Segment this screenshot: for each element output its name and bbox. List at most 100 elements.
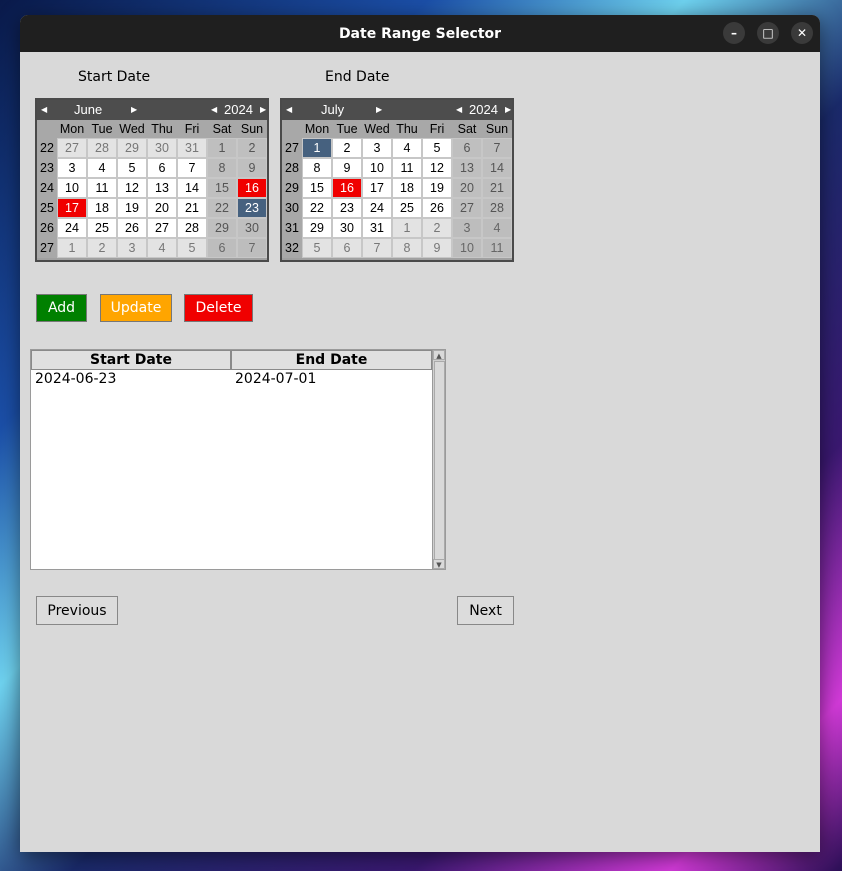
delete-button[interactable]: Delete xyxy=(184,294,253,322)
calendar-day[interactable]: 27 xyxy=(147,218,177,238)
close-button[interactable]: ✕ xyxy=(791,22,813,44)
calendar-day[interactable]: 7 xyxy=(237,238,267,258)
prev-year-icon[interactable]: ◀ xyxy=(456,105,462,114)
calendar-day[interactable]: 3 xyxy=(452,218,482,238)
previous-button[interactable]: Previous xyxy=(36,596,118,625)
calendar-day[interactable]: 10 xyxy=(362,158,392,178)
calendar-day[interactable]: 23 xyxy=(332,198,362,218)
scroll-down-icon[interactable]: ▼ xyxy=(433,559,445,569)
calendar-day[interactable]: 4 xyxy=(392,138,422,158)
calendar-day[interactable]: 1 xyxy=(392,218,422,238)
calendar-day[interactable]: 3 xyxy=(57,158,87,178)
calendar-day[interactable]: 16 xyxy=(332,178,362,198)
calendar-day[interactable]: 26 xyxy=(117,218,147,238)
next-month-icon[interactable]: ▶ xyxy=(376,105,382,114)
calendar-day[interactable]: 19 xyxy=(117,198,147,218)
calendar-day[interactable]: 31 xyxy=(177,138,207,158)
add-button[interactable]: Add xyxy=(36,294,87,322)
calendar-day[interactable]: 8 xyxy=(392,238,422,258)
maximize-button[interactable]: □ xyxy=(757,22,779,44)
calendar-day[interactable]: 7 xyxy=(177,158,207,178)
calendar-day[interactable]: 6 xyxy=(207,238,237,258)
calendar-day[interactable]: 2 xyxy=(87,238,117,258)
calendar-day[interactable]: 3 xyxy=(117,238,147,258)
calendar-day[interactable]: 9 xyxy=(422,238,452,258)
prev-month-icon[interactable]: ◀ xyxy=(286,105,292,114)
calendar-day[interactable]: 31 xyxy=(362,218,392,238)
calendar-day[interactable]: 26 xyxy=(422,198,452,218)
date-range-table[interactable]: Start Date End Date 2024-06-23 2024-07-0… xyxy=(30,349,446,570)
calendar-day[interactable]: 13 xyxy=(452,158,482,178)
next-month-icon[interactable]: ▶ xyxy=(131,105,137,114)
column-header-end-date[interactable]: End Date xyxy=(231,350,432,370)
calendar-day[interactable]: 6 xyxy=(147,158,177,178)
calendar-day[interactable]: 5 xyxy=(422,138,452,158)
calendar-day[interactable]: 7 xyxy=(362,238,392,258)
calendar-day[interactable]: 27 xyxy=(57,138,87,158)
calendar-day[interactable]: 12 xyxy=(117,178,147,198)
calendar-day[interactable]: 14 xyxy=(177,178,207,198)
calendar-day[interactable]: 8 xyxy=(302,158,332,178)
calendar-day[interactable]: 24 xyxy=(57,218,87,238)
calendar-day[interactable]: 1 xyxy=(57,238,87,258)
calendar-day[interactable]: 1 xyxy=(207,138,237,158)
calendar-day[interactable]: 18 xyxy=(392,178,422,198)
calendar-day[interactable]: 13 xyxy=(147,178,177,198)
calendar-day[interactable]: 9 xyxy=(237,158,267,178)
scrollbar-thumb[interactable] xyxy=(434,361,445,560)
calendar-day[interactable]: 25 xyxy=(392,198,422,218)
calendar-day[interactable]: 9 xyxy=(332,158,362,178)
calendar-day[interactable]: 5 xyxy=(117,158,147,178)
calendar-day[interactable]: 4 xyxy=(482,218,512,238)
calendar-day[interactable]: 2 xyxy=(422,218,452,238)
calendar-day[interactable]: 17 xyxy=(362,178,392,198)
next-button[interactable]: Next xyxy=(457,596,514,625)
calendar-day[interactable]: 28 xyxy=(87,138,117,158)
calendar-day[interactable]: 7 xyxy=(482,138,512,158)
calendar-day[interactable]: 16 xyxy=(237,178,267,198)
prev-month-icon[interactable]: ◀ xyxy=(41,105,47,114)
calendar-day[interactable]: 4 xyxy=(87,158,117,178)
calendar-day[interactable]: 21 xyxy=(177,198,207,218)
update-button[interactable]: Update xyxy=(100,294,172,322)
calendar-day[interactable]: 5 xyxy=(302,238,332,258)
selected-day[interactable]: 23 xyxy=(237,198,267,218)
minimize-button[interactable]: – xyxy=(723,22,745,44)
calendar-day[interactable]: 28 xyxy=(177,218,207,238)
vertical-scrollbar[interactable]: ▲ ▼ xyxy=(432,350,445,569)
calendar-day[interactable]: 10 xyxy=(452,238,482,258)
calendar-day[interactable]: 17 xyxy=(57,198,87,218)
scroll-up-icon[interactable]: ▲ xyxy=(433,350,445,360)
calendar-day[interactable]: 30 xyxy=(332,218,362,238)
calendar-day[interactable]: 10 xyxy=(57,178,87,198)
calendar-day[interactable]: 6 xyxy=(452,138,482,158)
calendar-day[interactable]: 28 xyxy=(482,198,512,218)
calendar-day[interactable]: 11 xyxy=(482,238,512,258)
table-row[interactable]: 2024-06-23 2024-07-01 xyxy=(31,370,445,388)
calendar-day[interactable]: 6 xyxy=(332,238,362,258)
calendar-day[interactable]: 4 xyxy=(147,238,177,258)
calendar-day[interactable]: 29 xyxy=(117,138,147,158)
calendar-day[interactable]: 15 xyxy=(302,178,332,198)
calendar-day[interactable]: 5 xyxy=(177,238,207,258)
prev-year-icon[interactable]: ◀ xyxy=(211,105,217,114)
calendar-day[interactable]: 30 xyxy=(147,138,177,158)
calendar-day[interactable]: 27 xyxy=(452,198,482,218)
calendar-day[interactable]: 8 xyxy=(207,158,237,178)
calendar-day[interactable]: 11 xyxy=(87,178,117,198)
calendar-day[interactable]: 29 xyxy=(302,218,332,238)
calendar-day[interactable]: 12 xyxy=(422,158,452,178)
calendar-day[interactable]: 20 xyxy=(147,198,177,218)
calendar-day[interactable]: 3 xyxy=(362,138,392,158)
calendar-day[interactable]: 20 xyxy=(452,178,482,198)
calendar-day[interactable]: 30 xyxy=(237,218,267,238)
calendar-day[interactable]: 22 xyxy=(207,198,237,218)
calendar-day[interactable]: 2 xyxy=(237,138,267,158)
column-header-start-date[interactable]: Start Date xyxy=(31,350,231,370)
next-year-icon[interactable]: ▶ xyxy=(260,105,266,114)
calendar-day[interactable]: 22 xyxy=(302,198,332,218)
start-date-calendar[interactable]: ◀ June ▶ ◀ 2024 ▶ Mon Tue Wed Thu Fri Sat Sun 2… xyxy=(35,98,269,262)
calendar-day[interactable]: 21 xyxy=(482,178,512,198)
calendar-day[interactable]: 15 xyxy=(207,178,237,198)
calendar-day[interactable]: 29 xyxy=(207,218,237,238)
